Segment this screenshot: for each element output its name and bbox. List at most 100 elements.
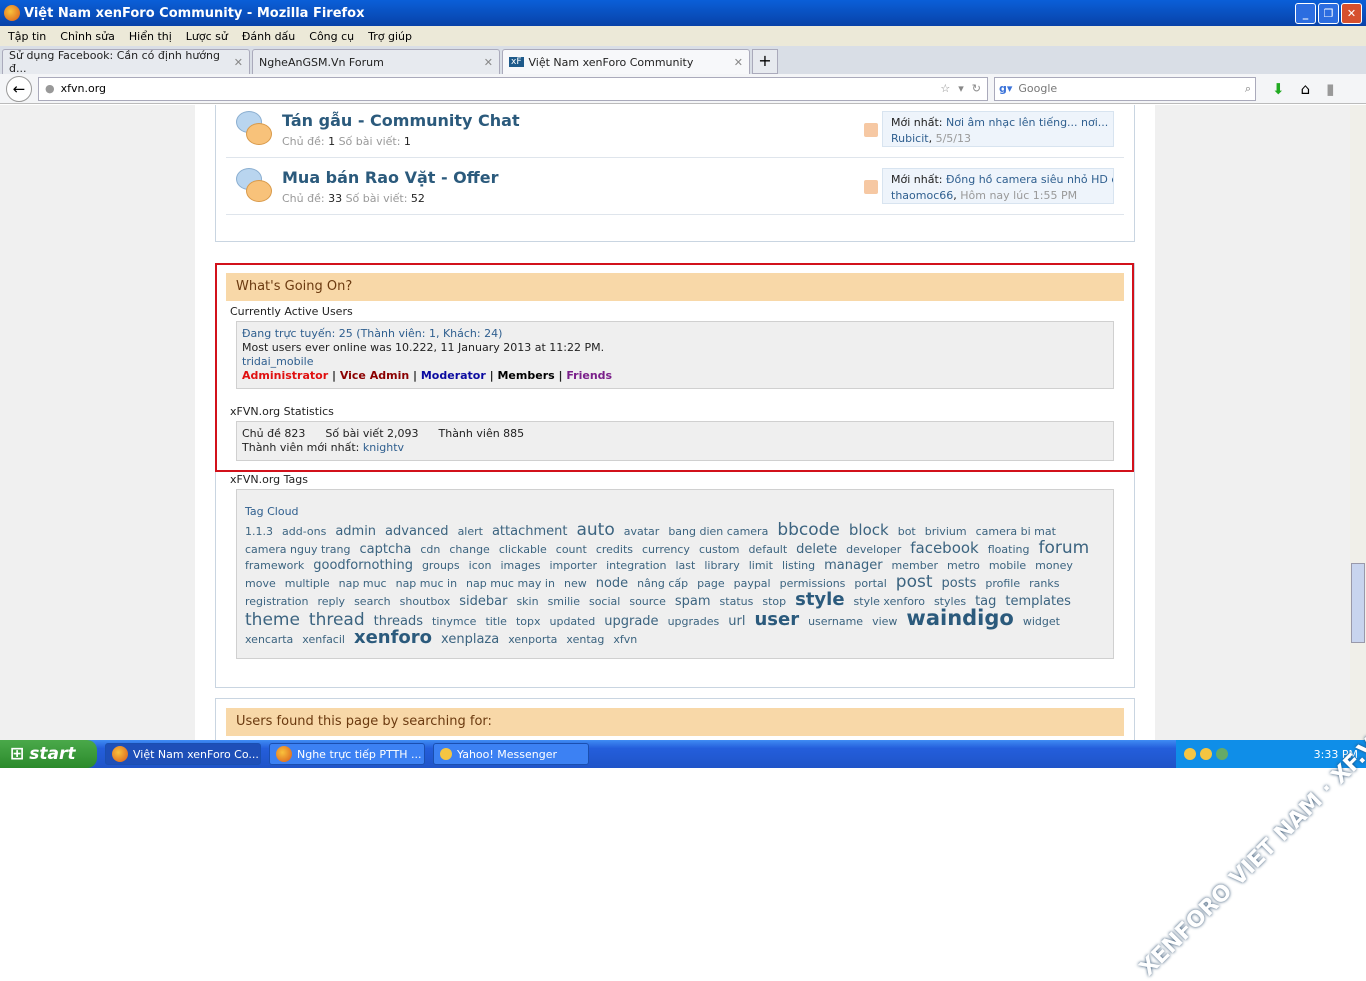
tag-link[interactable]: cdn [420,543,440,557]
tag-link[interactable]: nap muc [339,577,387,591]
tag-link[interactable]: block [849,523,889,538]
tag-link[interactable]: page [697,577,724,591]
tag-link[interactable]: change [449,543,489,557]
tag-link[interactable]: stop [762,595,786,609]
tag-link[interactable]: camera bi mat [976,525,1056,539]
tag-link[interactable]: new [564,577,587,591]
tag-link[interactable]: images [500,559,540,573]
forum-title[interactable]: Mua bán Rao Vặt - Offer [282,168,498,187]
tag-link[interactable]: upgrades [668,615,720,629]
latest-title-link[interactable]: Nơi âm nhạc lên tiếng... nơi... [946,116,1108,129]
tag-link[interactable]: money [1035,559,1073,573]
rss-icon[interactable] [864,123,878,137]
taskbar-item-radio[interactable]: Nghe trực tiếp PTTH ... [269,743,425,765]
tag-link[interactable]: tinymce [432,615,476,629]
address-bar[interactable]: ● xfvn.org ☆ ▾ ↻ [38,76,988,101]
close-tab-icon[interactable]: ✕ [734,56,743,69]
tag-link[interactable]: forum [1038,540,1089,557]
menu-help[interactable]: Trợ giúp [368,30,412,43]
tag-link[interactable]: updated [550,615,596,629]
tag-link[interactable]: xenplaza [441,633,499,647]
tag-link[interactable]: move [245,577,276,591]
tag-link[interactable]: icon [469,559,492,573]
tag-link[interactable]: bbcode [777,522,840,539]
tag-link[interactable]: manager [824,559,882,573]
tag-link[interactable]: bot [898,525,916,539]
tag-link[interactable]: style [795,591,844,609]
tag-link[interactable]: metro [947,559,980,573]
tag-link[interactable]: reply [317,595,345,609]
scrollbar-thumb[interactable] [1351,563,1365,643]
tag-link[interactable]: multiple [285,577,330,591]
back-button[interactable]: ← [6,75,32,102]
menu-history[interactable]: Lược sử [186,30,228,43]
tag-link[interactable]: smilie [548,595,580,609]
tag-link[interactable]: spam [675,595,711,609]
tag-link[interactable]: upgrade [604,615,658,629]
tag-link[interactable]: framework [245,559,304,573]
tag-link[interactable]: avatar [624,525,660,539]
tag-link[interactable]: advanced [385,525,449,539]
tag-link[interactable]: profile [985,577,1020,591]
tag-link[interactable]: delete [796,543,837,557]
tag-link[interactable]: 1.1.3 [245,525,273,539]
rss-icon[interactable] [864,180,878,194]
bookmark-star-icon[interactable]: ☆ [940,82,950,95]
tag-link[interactable]: paypal [734,577,771,591]
tag-link[interactable]: custom [699,543,740,557]
new-tab-button[interactable]: + [752,49,778,74]
taskbar-item-yahoo[interactable]: Yahoo! Messenger [433,743,589,765]
tag-link[interactable]: developer [846,543,901,557]
tag-link[interactable]: skin [516,595,538,609]
tag-link[interactable]: post [896,574,933,591]
tag-link[interactable]: add-ons [282,525,326,539]
tag-link[interactable]: credits [596,543,633,557]
tag-link[interactable]: library [704,559,739,573]
search-icon[interactable]: ⌕ [1245,82,1251,96]
tag-link[interactable]: goodfornothing [313,559,413,573]
latest-user-link[interactable]: thaomoc66 [891,189,953,202]
minimize-button[interactable]: _ [1295,2,1316,24]
close-tab-icon[interactable]: ✕ [484,56,493,69]
tag-link[interactable]: social [589,595,620,609]
tag-link[interactable]: registration [245,595,308,609]
tag-link[interactable]: xfvn [613,633,637,647]
tag-link[interactable]: currency [642,543,690,557]
tag-link[interactable]: listing [782,559,815,573]
forum-title[interactable]: Tán gẫu - Community Chat [282,111,520,130]
tag-link[interactable]: view [872,615,897,629]
menu-bookmarks[interactable]: Đánh dấu [242,30,295,43]
tag-link[interactable]: brivium [925,525,967,539]
tab-xfvn[interactable]: xF Việt Nam xenForo Community ✕ [502,49,750,74]
tag-link[interactable]: limit [749,559,773,573]
tray-icon[interactable] [1184,748,1196,760]
reload-icon[interactable]: ↻ [972,82,981,95]
tag-link[interactable]: xencarta [245,633,293,647]
latest-title-link[interactable]: Đồng hồ camera siêu nhỏ HD đa... [946,173,1113,186]
maximize-button[interactable]: ❐ [1318,2,1339,24]
tag-link[interactable]: nâng cấp [637,577,688,591]
menu-edit[interactable]: Chỉnh sửa [60,30,115,43]
tag-link[interactable]: mobile [989,559,1026,573]
tag-link[interactable]: topx [516,615,541,629]
tag-link[interactable]: floating [988,543,1030,557]
tag-link[interactable]: default [748,543,787,557]
close-button[interactable]: ✕ [1341,2,1362,24]
tag-link[interactable]: attachment [492,525,568,539]
tag-link[interactable]: ranks [1029,577,1059,591]
tag-link[interactable]: user [754,611,799,629]
tag-link[interactable]: count [556,543,587,557]
tag-link[interactable]: nap muc may in [466,577,555,591]
tag-link[interactable]: xenporta [508,633,557,647]
tag-link[interactable]: alert [458,525,483,539]
tag-link[interactable]: title [485,615,507,629]
tag-link[interactable]: member [892,559,938,573]
start-button[interactable]: ⊞ start [0,740,97,768]
tag-link[interactable]: xenfacil [302,633,345,647]
tag-link[interactable]: node [596,577,628,591]
tag-link[interactable]: source [629,595,666,609]
menu-tools[interactable]: Công cụ [309,30,354,43]
tag-link[interactable]: status [720,595,754,609]
tag-link[interactable]: camera nguy trang [245,543,351,557]
search-input[interactable]: g▾ Google ⌕ [994,76,1256,101]
